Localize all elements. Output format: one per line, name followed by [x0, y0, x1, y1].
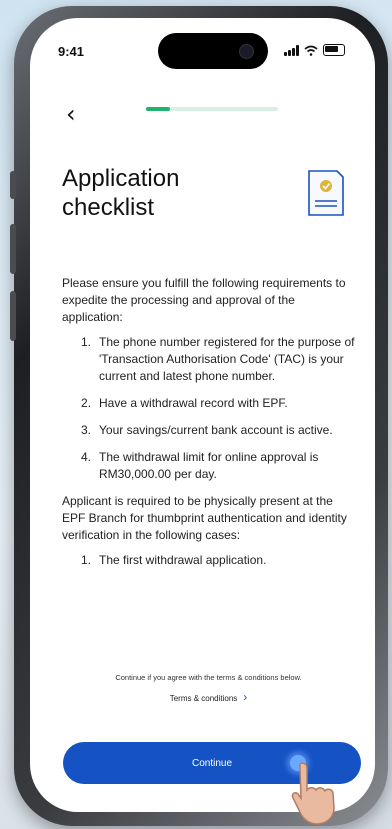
presence-note: Applicant is required to be physically p…	[62, 494, 347, 542]
page-title: Application checklist	[62, 165, 180, 221]
status-time: 9:41	[58, 44, 85, 59]
volume-up-button	[10, 224, 16, 274]
list-item: 1. The first withdrawal application.	[80, 553, 267, 567]
agreement-text: Continue if you agree with the terms & c…	[115, 673, 302, 682]
terms-label: Terms & conditions	[169, 694, 238, 703]
progress-bar	[146, 107, 278, 111]
continue-label: Continue	[191, 757, 233, 769]
requirements-list: 1. The phone number registered for the pu…	[62, 334, 355, 483]
signal-icon	[284, 44, 299, 56]
list-item: 2. Have a withdrawal record with EPF.	[80, 396, 288, 410]
presence-cases-list: 1. The first withdrawal application.	[62, 552, 355, 569]
volume-down-button	[10, 291, 16, 341]
status-icons	[284, 44, 345, 56]
list-item: 3. Your savings/current bank account is a…	[80, 423, 333, 437]
chevron-right-icon: ›	[243, 690, 248, 704]
wifi-icon	[304, 45, 318, 56]
intro-text: Please ensure you fulfill the following …	[62, 276, 346, 324]
document-check-icon	[308, 170, 344, 216]
list-item: 4. The withdrawal limit for online approv…	[80, 450, 319, 481]
mute-switch	[10, 171, 16, 199]
dynamic-island	[158, 33, 268, 69]
pointing-hand-icon	[291, 762, 335, 825]
camera-icon	[239, 44, 254, 59]
progress-fill	[146, 107, 170, 111]
terms-link[interactable]: Terms & conditions ›	[62, 690, 355, 704]
checklist-content: Please ensure you fulfill the following …	[62, 275, 355, 579]
list-item: 1. The phone number registered for the pu…	[80, 335, 355, 383]
battery-icon	[323, 44, 345, 56]
back-button[interactable]: ‹	[66, 100, 76, 128]
